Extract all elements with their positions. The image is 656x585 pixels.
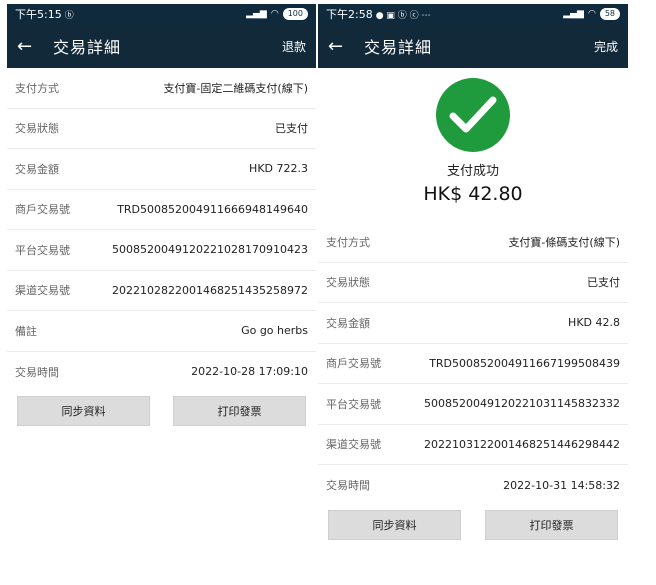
notification-icon: ⓑ (64, 10, 74, 21)
print-invoice-button[interactable]: 打印發票 (173, 396, 306, 426)
page-title: 交易詳細 (364, 38, 433, 57)
row-value: TRD500852004911667199508439 (429, 356, 620, 370)
row-value: 2022103122001468251446298442 (424, 437, 620, 451)
detail-row: 渠道交易號 2022102822001468251435258972 (7, 271, 316, 311)
row-label: 支付方式 (326, 235, 370, 249)
row-value: 500852004912022103114583​2332 (424, 397, 620, 411)
row-label: 備註 (15, 324, 37, 338)
detail-row: 交易狀態 已支付 (7, 109, 316, 149)
row-label: 渠道交易號 (15, 284, 70, 298)
wifi-icon: ◠ (270, 9, 279, 19)
app-bar: ← 交易詳細 退款 (7, 24, 316, 68)
print-invoice-button[interactable]: 打印發票 (485, 509, 618, 540)
arrow-left-icon[interactable]: ← (17, 36, 53, 57)
detail-row: 交易狀態 已支付 (318, 263, 628, 303)
detail-row: 交易時間 2022-10-31 14:58:32 (318, 465, 628, 506)
left-phone-screen: 下午5:15 ⓑ ▂▄▆ ◠ 100 ← 交易詳細 退款 支付方式 支付寶-固定… (7, 4, 316, 429)
arrow-left-icon[interactable]: ← (328, 36, 364, 57)
battery-icon: 58 (599, 8, 620, 20)
row-label: 渠道交易號 (326, 438, 381, 452)
button-bar: 同步資料 打印發票 (318, 506, 628, 540)
wifi-icon: ◠ (587, 9, 596, 19)
row-value: HKD 42.8 (568, 316, 620, 330)
row-value: 支付寶-條碼支付(線下) (508, 235, 620, 249)
row-value: 已支付 (587, 276, 620, 290)
paid-amount: HK$ 42.80 (423, 183, 523, 205)
detail-row: 支付方式 支付寶-條碼支付(線下) (318, 222, 628, 263)
row-label: 交易時間 (326, 479, 370, 493)
row-label: 平台交易號 (326, 397, 381, 411)
row-value: 2022102822001468251435258972 (112, 283, 308, 297)
button-bar: 同步資料 打印發票 (7, 392, 316, 426)
sync-data-button[interactable]: 同步資料 (17, 396, 150, 426)
detail-row: 交易金額 HKD 722.3 (7, 149, 316, 190)
row-label: 商戶交易號 (15, 203, 70, 217)
detail-list: 支付方式 支付寶-條碼支付(線下) 交易狀態 已支付 交易金額 HKD 42.8… (318, 222, 628, 506)
detail-row: 平台交易號 500852004912022102817091​0423 (7, 230, 316, 271)
row-value: 已支付 (275, 122, 308, 136)
row-label: 商戶交易號 (326, 357, 381, 371)
success-label: 支付成功 (446, 164, 499, 179)
page-title: 交易詳細 (53, 38, 122, 57)
done-button[interactable]: 完成 (594, 38, 618, 55)
detail-row: 備註 Go go herbs (7, 311, 316, 352)
signal-icon: ▂▄▆ (246, 9, 267, 19)
detail-row: 交易時間 2022-10-28 17:09:10 (7, 352, 316, 393)
row-value: 支付寶-固定二維碼支付(線下) (163, 81, 308, 95)
status-time: 下午5:15 (15, 8, 62, 21)
refund-button[interactable]: 退款 (282, 38, 306, 55)
payment-success-panel: 支付成功 HK$ 42.80 (318, 68, 628, 222)
detail-row: 商戶交易號 TRD5008520049116669481496​40 (7, 190, 316, 230)
row-label: 交易金額 (326, 316, 370, 330)
sync-data-button[interactable]: 同步資料 (328, 509, 461, 540)
app-bar: ← 交易詳細 完成 (318, 24, 628, 68)
row-value: 2022-10-31 14:58:32 (503, 478, 620, 492)
detail-row: 交易金額 HKD 42.8 (318, 303, 628, 344)
row-value: HKD 722.3 (249, 162, 308, 176)
battery-icon: 100 (282, 8, 308, 20)
row-label: 平台交易號 (15, 243, 70, 257)
notification-icon: ● ▣ ⓑ ⓒ ⋯ (375, 10, 431, 21)
row-value: Go go herbs (241, 324, 308, 338)
right-phone-screen: 下午2:58 ● ▣ ⓑ ⓒ ⋯ ▂▄▆ ◠ 58 ← 交易詳細 完成 支付成功… (318, 4, 628, 540)
row-label: 交易時間 (15, 365, 59, 379)
detail-row: 商戶交易號 TRD500852004911667199508439 (318, 344, 628, 384)
checkmark-icon (449, 96, 497, 133)
row-value: TRD5008520049116669481496​40 (117, 202, 308, 216)
detail-row: 渠道交易號 2022103122001468251446298442 (318, 425, 628, 465)
signal-icon: ▂▄▆ (563, 9, 584, 19)
status-time: 下午2:58 (326, 8, 373, 21)
row-label: 支付方式 (15, 81, 59, 95)
row-label: 交易狀態 (326, 276, 370, 290)
detail-list: 支付方式 支付寶-固定二維碼支付(線下) 交易狀態 已支付 交易金額 HKD 7… (7, 68, 316, 392)
status-bar: 下午5:15 ⓑ ▂▄▆ ◠ 100 (7, 4, 316, 24)
detail-row: 平台交易號 500852004912022103114583​2332 (318, 384, 628, 425)
row-value: 500852004912022102817091​0423 (112, 243, 308, 257)
row-label: 交易狀態 (15, 122, 59, 136)
row-label: 交易金額 (15, 162, 59, 176)
status-bar: 下午2:58 ● ▣ ⓑ ⓒ ⋯ ▂▄▆ ◠ 58 (318, 4, 628, 24)
detail-row: 支付方式 支付寶-固定二維碼支付(線下) (7, 68, 316, 109)
row-value: 2022-10-28 17:09:10 (191, 365, 308, 379)
checkmark-circle-icon (436, 78, 510, 152)
